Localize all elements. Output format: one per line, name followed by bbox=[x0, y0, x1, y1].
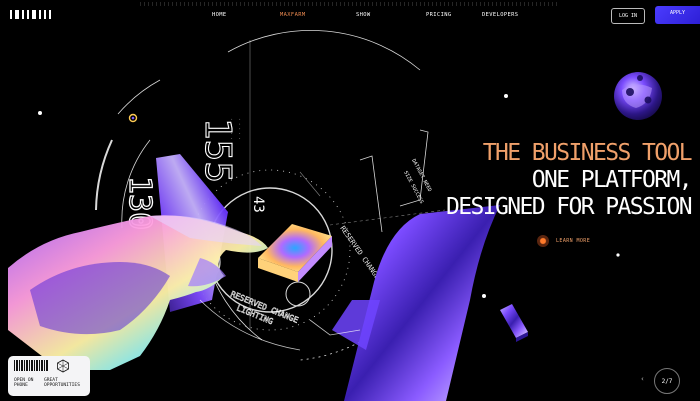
headline-line-3: DESIGNED FOR PASSION bbox=[446, 194, 693, 220]
hud-number-43: 43 bbox=[250, 196, 266, 213]
apply-button[interactable]: APPLY bbox=[655, 6, 700, 24]
hexagon-network-icon bbox=[57, 359, 69, 373]
opportunities-card[interactable]: OPEN ON PHONE GREAT OPPORTUNITIES bbox=[8, 356, 90, 396]
learn-more-label: LEARN MORE bbox=[556, 238, 591, 244]
nav-item-show[interactable]: SHOW bbox=[356, 12, 371, 18]
open-on-phone-label[interactable]: OPEN ON PHONE bbox=[14, 378, 33, 389]
barcode-icon bbox=[14, 360, 48, 371]
learn-more-link[interactable]: LEARN MORE bbox=[537, 235, 590, 247]
nav-item-pricing[interactable]: PRICING bbox=[426, 12, 452, 18]
chevron-left-icon[interactable]: ‹ bbox=[641, 375, 644, 383]
nav-item-maxfarm[interactable]: MAXFARM bbox=[280, 12, 306, 18]
nav-item-home[interactable]: HOME bbox=[212, 12, 227, 18]
hud-text-reserved: RESERVED CHANGE bbox=[338, 225, 381, 281]
nav-ruler-decoration bbox=[140, 2, 560, 6]
nav-item-developers[interactable]: DEVELOPERS bbox=[482, 12, 518, 18]
hud-micro-1: · · · · · · bbox=[229, 118, 234, 145]
page: 155 130 43 RESERVED CHANGE RESERVED CHAN… bbox=[0, 0, 700, 401]
headline-line-2: ONE PLATFORM, bbox=[531, 167, 693, 193]
hero-headline: THE BUSINESS TOOL ONE PLATFORM, DESIGNED… bbox=[395, 140, 693, 221]
main-nav: HOME MAXFARM SHOW PRICING DEVELOPERS bbox=[0, 12, 700, 24]
open-line-2: PHONE bbox=[14, 383, 28, 389]
headline-line-1: THE BUSINESS TOOL bbox=[482, 140, 693, 166]
orange-dot-icon bbox=[537, 235, 549, 247]
crystal-ball bbox=[614, 72, 662, 120]
holo-cube bbox=[258, 224, 332, 282]
hud-micro-2: · · · · · bbox=[237, 118, 242, 140]
login-button[interactable]: LOG IN bbox=[611, 8, 645, 24]
great-opportunities-label: GREAT OPPORTUNITIES bbox=[44, 378, 80, 389]
great-line-2: OPPORTUNITIES bbox=[44, 383, 80, 389]
slide-pager[interactable]: 2/7 bbox=[654, 368, 680, 394]
